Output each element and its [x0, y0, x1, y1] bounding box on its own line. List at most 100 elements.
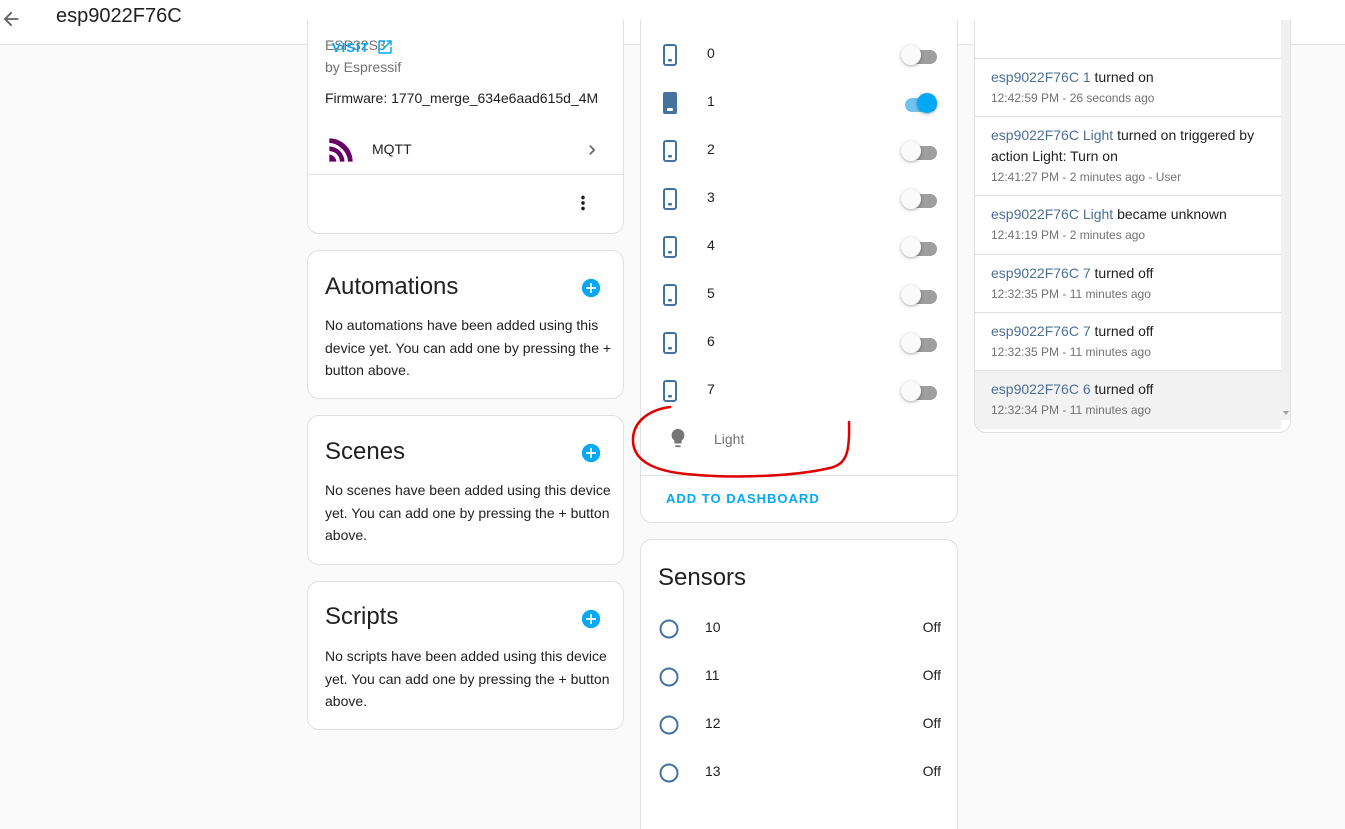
logbook-message: esp9022F76C Light became unknown [975, 204, 1281, 225]
radiobox-blank-icon [659, 667, 679, 687]
toggle-knob [901, 285, 921, 305]
dots-vertical-icon[interactable] [572, 192, 594, 214]
chevron-right-icon [589, 145, 596, 155]
phone-icon [663, 332, 677, 354]
integration-row[interactable]: MQTT [308, 126, 623, 174]
switch-row[interactable]: 0 [641, 31, 957, 79]
scenes-title: Scenes [325, 438, 406, 465]
switch-label: 0 [707, 45, 715, 61]
device-info-card: ESP32S3 by Espressif Firmware: 1770_merg… [307, 20, 624, 234]
toggle-knob [901, 141, 921, 161]
logbook-card: esp9022F76C 1 turned on 12:42:59 PM - 26 … [974, 20, 1291, 433]
logbook-entry: esp9022F76C Light became unknown 12:41:19… [975, 196, 1281, 255]
device-firmware: Firmware: 1770_merge_634e6aad615d_4M [325, 90, 599, 106]
logbook-scrollbar[interactable] [1281, 20, 1290, 420]
logbook-message: esp9022F76C 7 turned off [975, 321, 1281, 342]
logbook-entry: esp9022F76C 7 turned off 12:32:35 PM - 11… [975, 255, 1281, 313]
switch-label: 6 [707, 333, 715, 349]
logbook-action: turned off [1090, 323, 1154, 339]
sensor-label: 13 [705, 763, 721, 779]
switch-row[interactable]: 3 [641, 175, 957, 223]
integration-label: MQTT [372, 141, 412, 157]
annotation-circle [631, 405, 851, 478]
entity-link[interactable]: esp9022F76C 7 [991, 323, 1091, 339]
logbook-action: turned off [1090, 381, 1154, 397]
automations-empty-text: No automations have been added using thi… [325, 317, 612, 378]
visit-button[interactable]: VISIT [332, 40, 392, 55]
toggle-knob [917, 93, 937, 113]
plus-circle-icon[interactable] [581, 609, 601, 629]
scroll-down-icon[interactable] [1281, 408, 1291, 418]
logbook-entry: esp9022F76C 6 turned off 12:32:34 PM - 11… [975, 371, 1281, 429]
scripts-empty-text: No scripts have been added using this de… [325, 648, 610, 709]
logbook-message: esp9022F76C 7 turned off [975, 263, 1281, 284]
open-in-new-icon [378, 40, 392, 54]
entity-link[interactable]: esp9022F76C Light [991, 127, 1113, 143]
switch-label: 2 [707, 141, 715, 157]
divider [308, 174, 623, 175]
arrow-left-icon[interactable] [0, 8, 22, 30]
toggle-knob [901, 381, 921, 401]
mqtt-icon [327, 136, 355, 164]
logbook-message: esp9022F76C 6 turned off [975, 379, 1281, 400]
sensor-row[interactable]: 13 Off [641, 749, 957, 797]
toggle-knob [901, 237, 921, 257]
switch-label: 5 [707, 285, 715, 301]
toggle-switch[interactable] [901, 43, 937, 67]
toggle-switch[interactable] [901, 331, 937, 355]
toggle-switch[interactable] [901, 283, 937, 307]
toggle-switch[interactable] [901, 139, 937, 163]
switch-row[interactable]: 5 [641, 271, 957, 319]
switch-row[interactable]: 2 [641, 127, 957, 175]
sensor-value: Off [922, 667, 941, 683]
switch-label: 3 [707, 189, 715, 205]
phone-icon [663, 44, 677, 66]
logbook-time: 12:32:34 PM - 11 minutes ago [991, 403, 1151, 417]
phone-icon [663, 236, 677, 258]
sensor-row[interactable]: 11 Off [641, 653, 957, 701]
sensor-value: Off [922, 619, 941, 635]
switch-row[interactable]: 1 [641, 79, 957, 127]
radiobox-blank-icon [659, 715, 679, 735]
switch-label: 1 [707, 93, 715, 109]
toggle-switch[interactable] [901, 91, 937, 115]
toggle-knob [901, 333, 921, 353]
radiobox-blank-icon [659, 619, 679, 639]
sensor-row[interactable]: 10 Off [641, 605, 957, 653]
sensors-title: Sensors [658, 564, 747, 591]
logbook-action: became unknown [1113, 206, 1227, 222]
toggle-knob [901, 45, 921, 65]
logbook-entry: esp9022F76C 1 turned on 12:42:59 PM - 26 … [975, 59, 1281, 117]
add-to-dashboard-area: ADD TO DASHBOARD [641, 475, 957, 522]
phone-icon [663, 188, 677, 210]
switch-row[interactable]: 6 [641, 319, 957, 367]
radiobox-blank-icon [659, 763, 679, 783]
logbook-action: turned on [1090, 69, 1154, 85]
toggle-switch[interactable] [901, 235, 937, 259]
plus-circle-icon[interactable] [581, 278, 601, 298]
toggle-knob [901, 189, 921, 209]
switch-label: 4 [707, 237, 715, 253]
sensor-value: Off [922, 763, 941, 779]
scripts-title: Scripts [325, 603, 399, 630]
logbook-time: 12:41:27 PM - 2 minutes ago - User [991, 170, 1182, 184]
sensor-row[interactable]: 12 Off [641, 701, 957, 749]
logbook-action: turned off [1090, 265, 1154, 281]
sensor-label: 12 [705, 715, 721, 731]
plus-circle-icon[interactable] [581, 443, 601, 463]
entity-link[interactable]: esp9022F76C 6 [991, 381, 1091, 397]
logbook-time: 12:42:59 PM - 26 seconds ago [991, 91, 1155, 105]
entity-link[interactable]: esp9022F76C 1 [991, 69, 1091, 85]
logbook-message: esp9022F76C Light turned on triggered by… [975, 125, 1281, 167]
switch-label: 7 [707, 381, 715, 397]
toggle-switch[interactable] [901, 187, 937, 211]
entity-link[interactable]: esp9022F76C Light [991, 206, 1113, 222]
scenes-card: Scenes No scenes have been added using t… [307, 415, 624, 565]
logbook-time: 12:32:35 PM - 11 minutes ago [991, 287, 1151, 301]
automations-card: Automations No automations have been add… [307, 250, 624, 399]
switch-row[interactable]: 4 [641, 223, 957, 271]
logbook-entry: esp9022F76C Light turned on triggered by… [975, 117, 1281, 196]
toggle-switch[interactable] [901, 379, 937, 403]
add-to-dashboard-button[interactable]: ADD TO DASHBOARD [666, 491, 820, 506]
entity-link[interactable]: esp9022F76C 7 [991, 265, 1091, 281]
